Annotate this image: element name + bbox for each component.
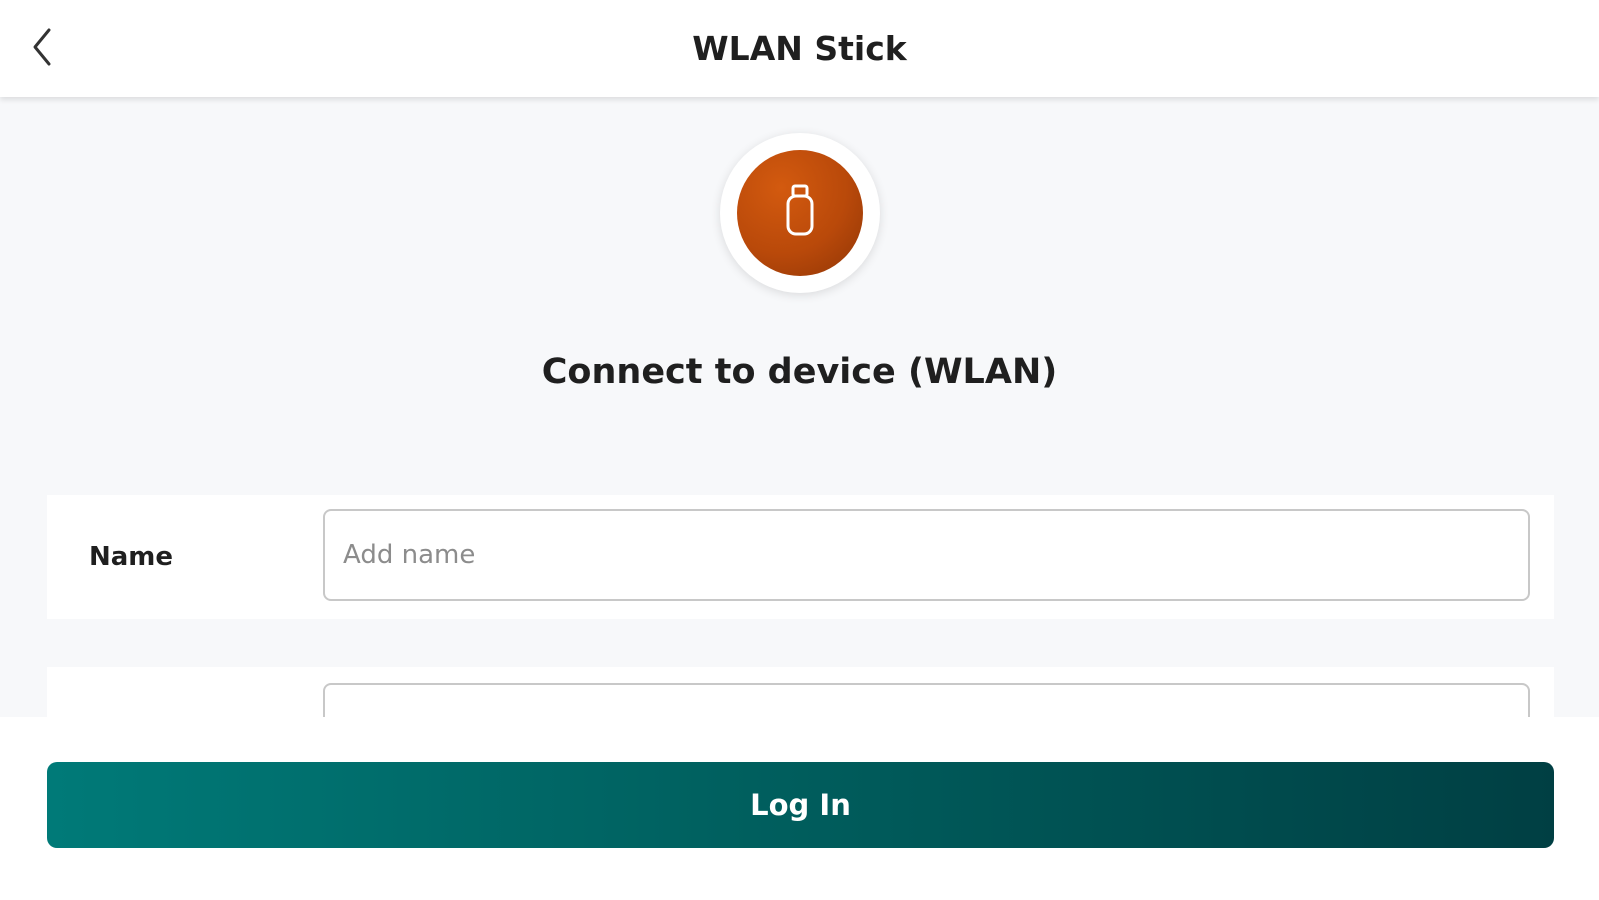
footer-bar: Log In <box>0 717 1599 900</box>
name-field-row: Name <box>47 495 1554 619</box>
login-button[interactable]: Log In <box>47 762 1554 848</box>
device-badge <box>720 133 880 293</box>
name-label: Name <box>89 542 174 572</box>
second-input[interactable] <box>323 683 1530 717</box>
device-icon-circle <box>737 150 863 276</box>
header-bar: WLAN Stick <box>0 0 1599 97</box>
main-content: Connect to device (WLAN) Name <box>0 97 1599 717</box>
second-field-row <box>47 667 1554 717</box>
connect-title: Connect to device (WLAN) <box>541 352 1058 392</box>
name-input[interactable] <box>323 509 1530 601</box>
page-title: WLAN Stick <box>692 29 907 68</box>
usb-stick-icon <box>782 183 818 243</box>
